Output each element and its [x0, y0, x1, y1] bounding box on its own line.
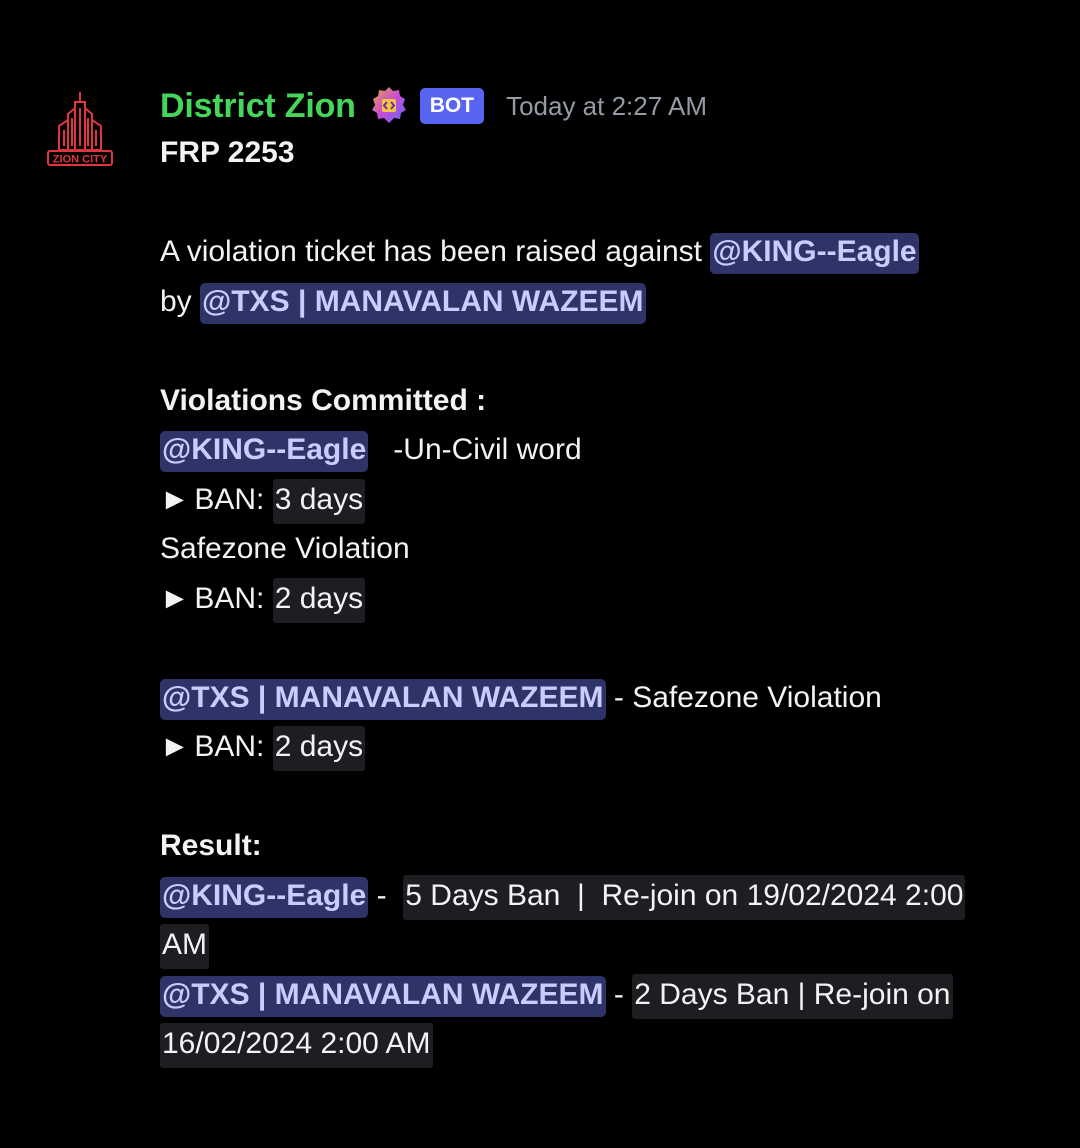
message-body: FRP 2253 A violation ticket has been rai… — [160, 128, 1060, 1069]
mention-king-eagle[interactable]: @KING--Eagle — [710, 233, 919, 274]
bot-tag: BOT — [419, 88, 485, 124]
server-tag-badge-icon[interactable] — [368, 85, 410, 127]
intro-line: A violation ticket has been raised again… — [160, 227, 1060, 277]
violation-1-line: @KING--Eagle -Un-Civil word — [160, 425, 1060, 475]
ban-label: BAN: — [186, 482, 273, 516]
result-2-cont: 16/02/2024 2:00 AM — [160, 1019, 1060, 1069]
by-line: by @TXS | MANAVALAN WAZEEM — [160, 277, 1060, 327]
mention-txs-manavalan[interactable]: @TXS | MANAVALAN WAZEEM — [160, 975, 606, 1017]
mention-king-eagle[interactable]: @KING--Eagle — [160, 431, 369, 472]
arrow-icon: ► — [160, 730, 190, 763]
timestamp[interactable]: Today at 2:27 AM — [506, 91, 707, 122]
result-1-cont-text: AM — [160, 924, 209, 969]
ban-duration: 2 days — [272, 577, 366, 623]
result-separator: - — [605, 977, 633, 1011]
result-1-line: @KING--Eagle - 5 Days Ban | Re-join on 1… — [160, 871, 1060, 921]
violations-heading: Violations Committed : — [160, 383, 487, 417]
avatar[interactable]: ZION CITY — [44, 88, 116, 174]
result-separator: - — [368, 878, 404, 912]
result-2-cont-text: 16/02/2024 2:00 AM — [160, 1023, 433, 1068]
mention-king-eagle[interactable]: @KING--Eagle — [160, 876, 369, 918]
author-name[interactable]: District Zion — [160, 87, 356, 126]
result-2-line: @TXS | MANAVALAN WAZEEM - 2 Days Ban | R… — [160, 970, 1060, 1020]
result-heading: Result: — [160, 829, 262, 862]
violation-1-desc: -Un-Civil word — [368, 433, 582, 466]
avatar-logo-text: ZION CITY — [53, 154, 108, 166]
ban-label: BAN: — [186, 581, 273, 615]
ban-line-2: ► BAN: 2 days — [160, 574, 1060, 624]
violation-3-desc: - Safezone Violation — [605, 680, 882, 714]
ban-duration: 2 days — [272, 726, 366, 771]
mention-txs-manavalan[interactable]: @TXS | MANAVALAN WAZEEM — [160, 678, 606, 720]
mention-txs-manavalan[interactable]: @TXS | MANAVALAN WAZEEM — [200, 282, 646, 324]
message-header: District Zion BOT Today at 2:27 AM — [160, 84, 1060, 128]
zion-city-logo: ZION CITY — [47, 92, 113, 166]
ban-label: BAN: — [186, 730, 273, 763]
ticket-title: FRP 2253 — [160, 136, 295, 169]
result-1-cont: AM — [160, 920, 1060, 970]
result-1-text: 5 Days Ban | Re-join on 19/02/2024 2:00 — [403, 874, 966, 920]
violation-2-desc: Safezone Violation — [160, 532, 410, 565]
intro-text: A violation ticket has been raised again… — [160, 235, 711, 268]
ban-duration: 3 days — [272, 478, 366, 524]
by-text: by — [160, 284, 201, 318]
violation-3-line: @TXS | MANAVALAN WAZEEM - Safezone Viola… — [160, 673, 1060, 723]
arrow-icon: ► — [160, 581, 190, 615]
result-2-text: 2 Days Ban | Re-join on — [632, 973, 953, 1019]
ban-line-3: ► BAN: 2 days — [160, 722, 1060, 772]
message-content: District Zion BOT Today at 2:27 AM FRP 2… — [160, 84, 1060, 1069]
arrow-icon: ► — [160, 482, 190, 516]
ban-line-1: ► BAN: 3 days — [160, 475, 1060, 525]
